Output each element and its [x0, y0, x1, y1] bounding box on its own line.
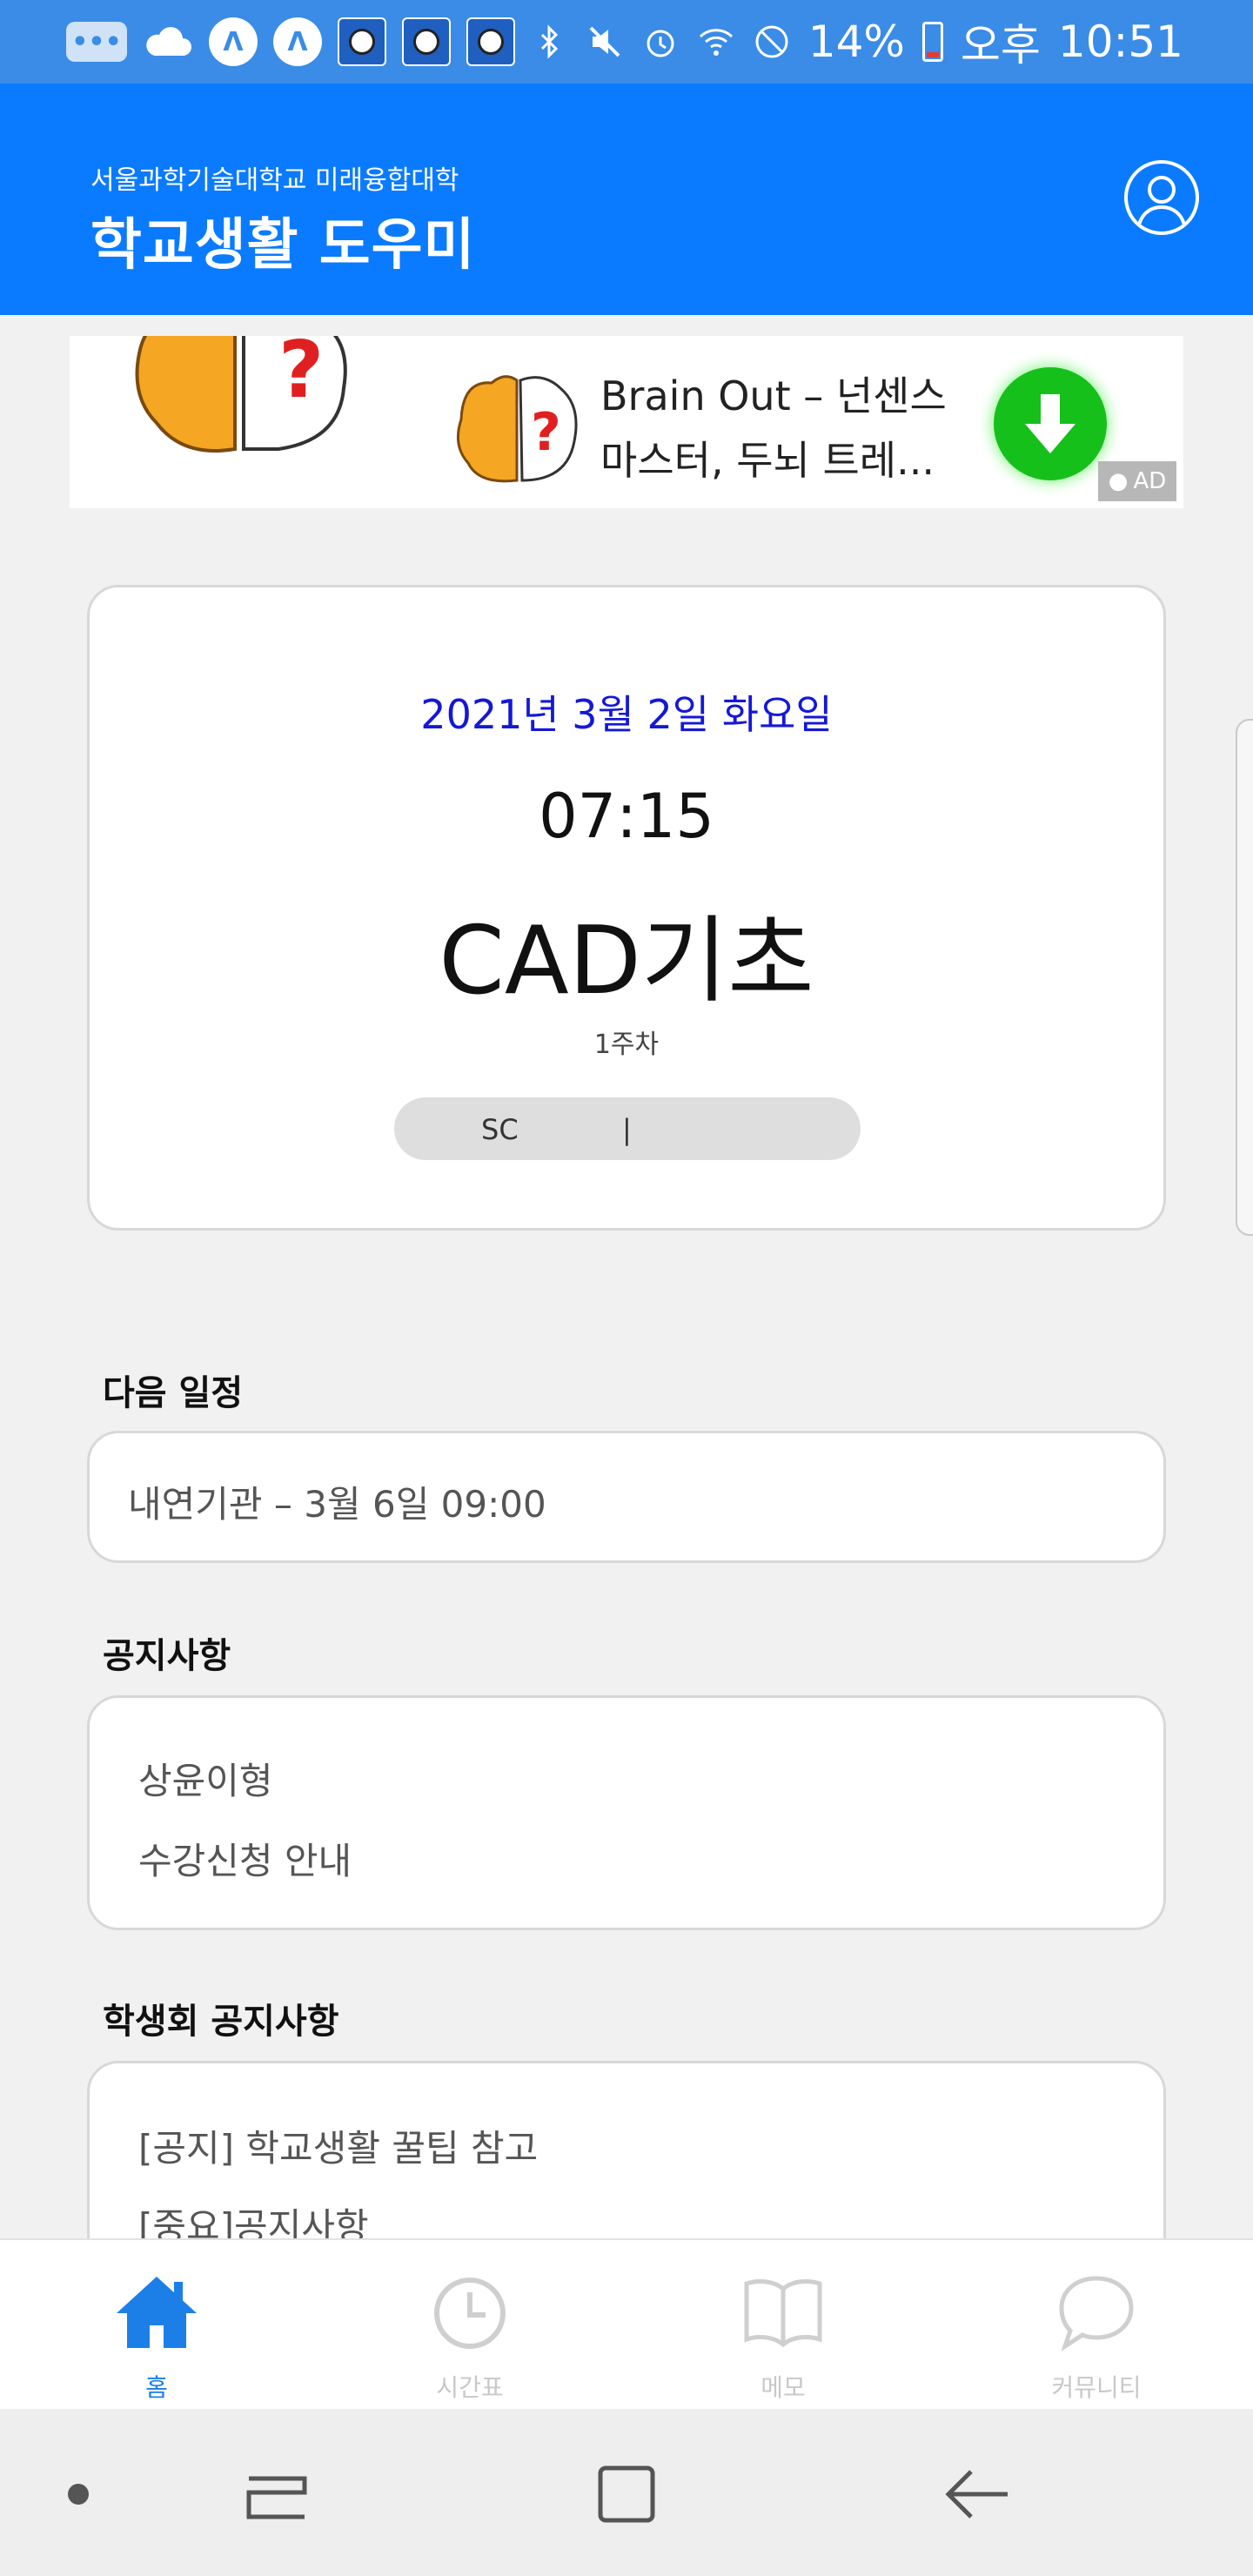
room-separator: |	[622, 1113, 632, 1146]
app-notification-icon	[466, 17, 515, 66]
next-schedule-heading: 다음 일정	[103, 1373, 244, 1413]
current-date: 2021년 3월 2일 화요일	[420, 691, 833, 738]
clock-icon	[434, 2277, 506, 2349]
ampm-label: 오후	[960, 20, 1041, 70]
ad-title: Brain Out – 넌센스 마스터, 두뇌 트레...	[600, 372, 947, 484]
chat-bubble-icon	[1059, 2276, 1134, 2351]
nav-memo-label: 메모	[761, 2373, 806, 2402]
clock: 10:51	[1057, 17, 1183, 67]
council-notice-item[interactable]: [공지] 학교생활 꿀팁 참고	[138, 2119, 538, 2172]
nav-community[interactable]: 커뮤니티	[940, 2240, 1253, 2411]
user-icon	[1136, 176, 1187, 231]
notice-item[interactable]: 상윤이형	[138, 1752, 273, 1805]
nav-home-label: 홈	[145, 2373, 168, 2402]
class-week: 1주차	[593, 1030, 660, 1060]
system-status: 14% 오후 10:51	[530, 16, 1183, 70]
book-icon	[744, 2279, 822, 2348]
recent-apps-icon[interactable]	[235, 2452, 318, 2536]
home-button-icon[interactable]	[585, 2452, 668, 2536]
school-name: 서울과학기술대학교 미래융합대학	[90, 165, 459, 196]
svg-text:?: ?	[278, 336, 324, 416]
ad-badge-label: AD	[1133, 468, 1167, 494]
next-schedule-card[interactable]: 내연기관 – 3월 6일 09:00	[87, 1431, 1166, 1563]
wifi-icon	[699, 29, 733, 56]
alarm-icon	[647, 30, 674, 57]
class-subject: CAD기초	[439, 907, 814, 1016]
notices-heading: 공지사항	[103, 1636, 231, 1676]
nav-timetable-label: 시간표	[436, 2373, 504, 2402]
do-not-disturb-icon	[755, 25, 788, 58]
battery-icon	[921, 22, 943, 62]
edge-panel-handle[interactable]	[1236, 719, 1253, 1236]
mute-icon	[589, 26, 620, 57]
nav-timetable[interactable]: 시간표	[313, 2240, 626, 2411]
next-schedule-item: 내연기관 – 3월 6일 09:00	[128, 1483, 546, 1526]
profile-button[interactable]	[1124, 160, 1199, 235]
student-council-heading: 학생회 공지사항	[103, 2002, 339, 2042]
classroom-badge: SC |	[394, 1097, 861, 1160]
app-notification-icon	[338, 17, 386, 66]
bluetooth-icon	[540, 24, 558, 59]
nav-community-label: 커뮤니티	[1051, 2373, 1142, 2402]
status-bar: ••• Λ Λ 14% 오후 10:51	[0, 0, 1253, 84]
current-class-card[interactable]: 2021년 3월 2일 화요일 07:15 CAD기초 1주차 SC |	[87, 585, 1166, 1231]
download-arrow-icon	[1025, 394, 1075, 453]
message-icon: •••	[66, 22, 127, 62]
cloud-icon	[146, 27, 191, 57]
ad-badge[interactable]: ● AD	[1098, 461, 1176, 501]
home-icon	[117, 2277, 197, 2348]
app-title: 학교생활 도우미	[90, 213, 476, 278]
battery-percent: 14%	[807, 17, 905, 67]
app-bar: 서울과학기술대학교 미래융합대학 학교생활 도우미	[0, 84, 1253, 315]
brain-ad-image: ?	[135, 336, 347, 453]
app-notification-icon	[402, 17, 451, 66]
nav-home[interactable]: 홈	[0, 2240, 313, 2411]
ad-banner[interactable]: ? ? Brain Out – 넌센스 마스터, 두뇌 트레... ● AD	[70, 336, 1183, 508]
download-button[interactable]	[994, 367, 1107, 480]
nav-memo[interactable]: 메모	[626, 2240, 940, 2411]
bottom-navigation: 홈 시간표 메모 커뮤니티	[0, 2238, 1253, 2411]
notification-icons: ••• Λ Λ	[66, 17, 515, 66]
notice-item[interactable]: 수강신청 안내	[138, 1832, 352, 1885]
dot-indicator-icon	[68, 2484, 89, 2505]
naver-icon: Λ	[209, 17, 258, 66]
room-code: SC	[481, 1113, 519, 1146]
back-icon[interactable]	[936, 2452, 1020, 2536]
brain-out-app-icon: ?	[456, 375, 578, 483]
system-navigation-bar	[0, 2409, 1253, 2576]
svg-text:?: ?	[531, 402, 561, 463]
ad-info-icon: ●	[1108, 468, 1129, 494]
naver-icon: Λ	[273, 17, 322, 66]
class-time: 07:15	[539, 781, 714, 852]
notices-card: 상윤이형 수강신청 안내	[87, 1695, 1166, 1930]
